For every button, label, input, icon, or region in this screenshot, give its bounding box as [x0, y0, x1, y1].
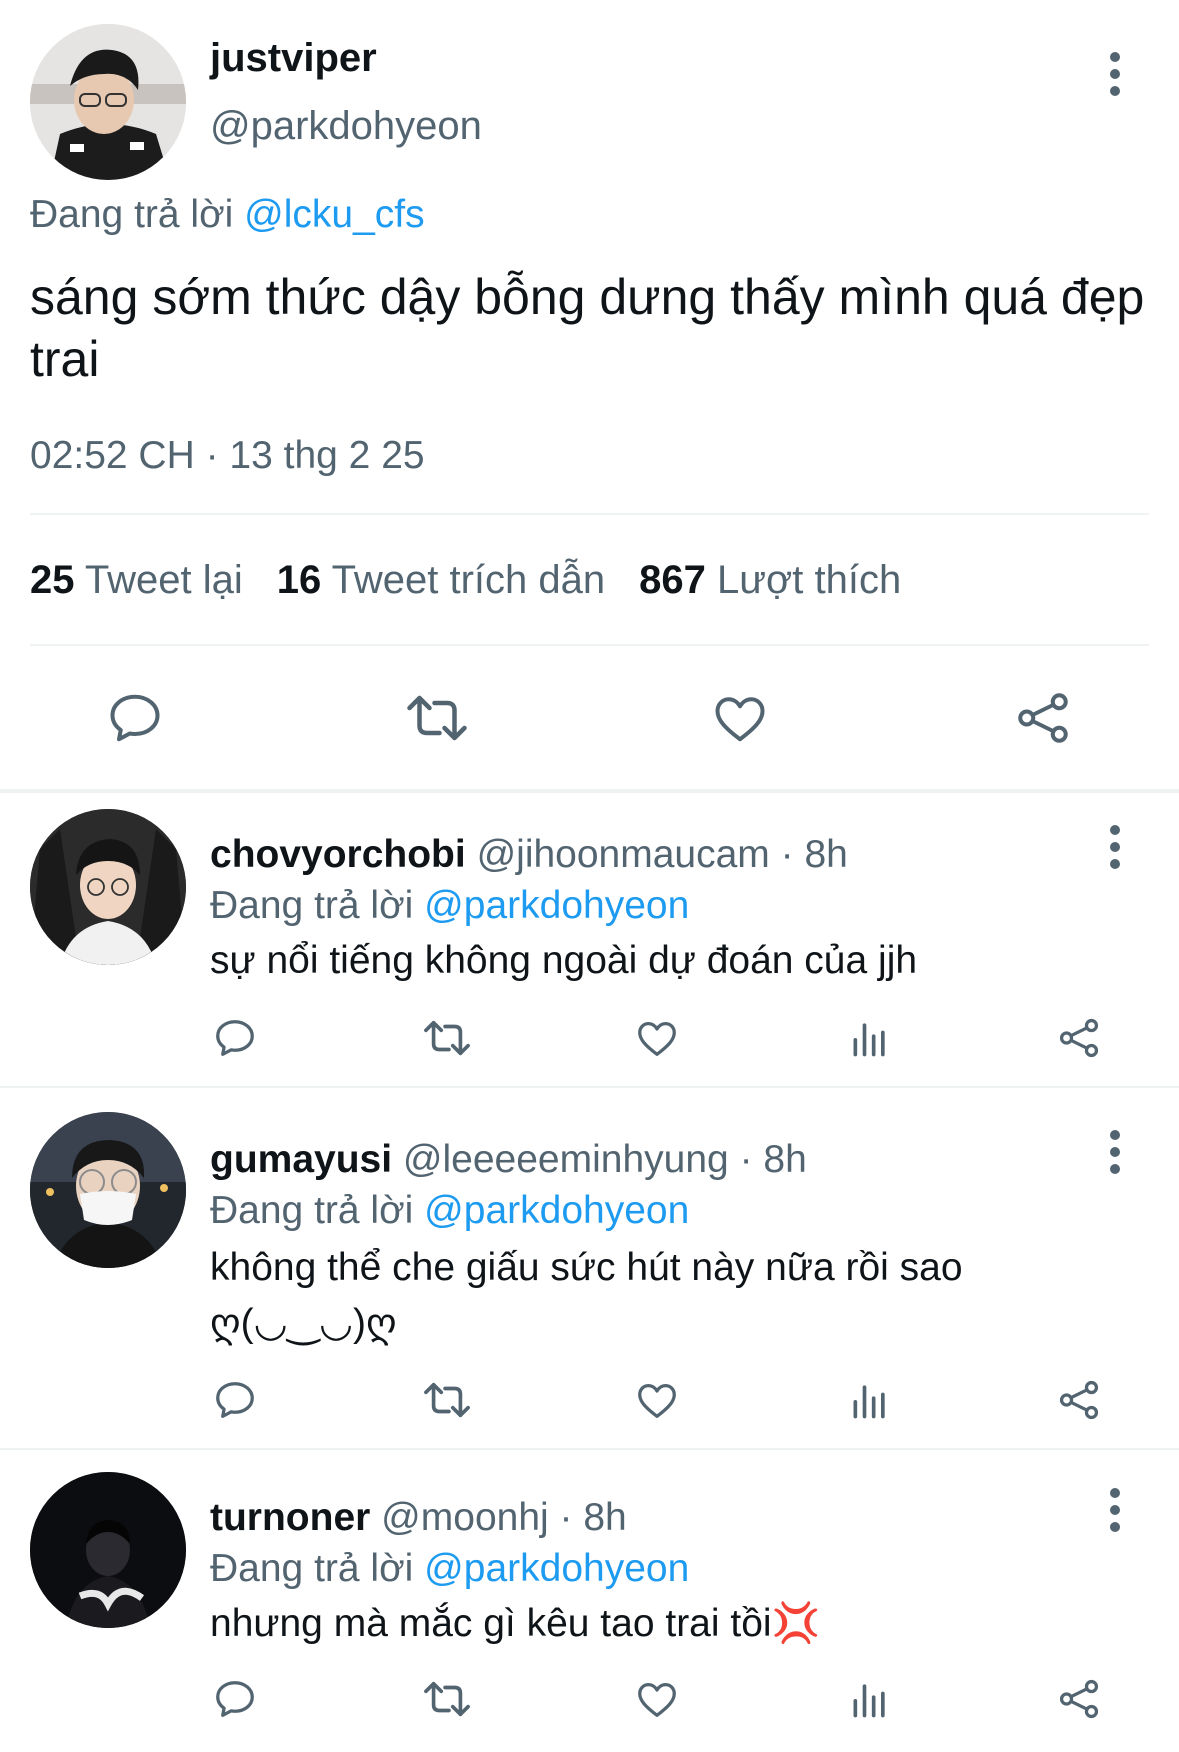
main-tweet: justviper @parkdohyeon Đang trả lời @lck… [0, 0, 1179, 790]
display-name[interactable]: chovyorchobi [210, 833, 466, 876]
reply-icon[interactable] [212, 1015, 258, 1061]
replying-to-link[interactable]: @parkdohyeon [424, 1547, 689, 1590]
share-icon[interactable] [1056, 1676, 1102, 1722]
analytics-icon[interactable] [848, 1676, 892, 1722]
replying-prefix: Đang trả lời [210, 1189, 414, 1232]
more-options-icon[interactable] [1103, 1482, 1127, 1538]
reply-tweet[interactable]: turnoner @moonhj · 8h Đang trả lời @park… [0, 1450, 1179, 1752]
retweet-icon[interactable] [420, 1377, 474, 1423]
replying-to-link[interactable]: @parkdohyeon [424, 884, 689, 927]
likes-count: 867 [639, 558, 706, 602]
reply-header: turnoner @moonhj · 8h [210, 1496, 627, 1540]
analytics-icon[interactable] [848, 1015, 892, 1061]
like-icon[interactable] [634, 1676, 680, 1722]
retweet-icon[interactable] [402, 688, 472, 748]
share-icon[interactable] [1056, 1015, 1102, 1061]
reply-text: sự nổi tiếng không ngoài dự đoán của jjh [210, 939, 918, 982]
divider [30, 644, 1149, 646]
replying-to: Đang trả lời @parkdohyeon [210, 1189, 689, 1233]
quotes-count: 16 [276, 558, 322, 602]
like-icon[interactable] [634, 1015, 680, 1061]
more-options-icon[interactable] [1103, 819, 1127, 875]
reply-header: gumayusi @leeeeeminhyung · 8h [210, 1138, 807, 1182]
replying-prefix: Đang trả lời [30, 193, 234, 236]
tweet-text: sáng sớm thức dậy bỗng dưng thấy mình qu… [30, 269, 1145, 387]
replying-to-link[interactable]: @parkdohyeon [424, 1189, 689, 1232]
tweet-stats: 25 Tweet lại 16 Tweet trích dẫn 867 Lượt t… [30, 558, 901, 603]
quotes-stat[interactable]: 16 Tweet trích dẫn [277, 558, 605, 602]
quotes-label: Tweet trích dẫn [331, 558, 606, 602]
reply-icon[interactable] [212, 1377, 258, 1423]
retweet-icon[interactable] [420, 1676, 474, 1722]
retweets-count: 25 [30, 558, 75, 602]
reply-time[interactable]: · 8h [560, 1496, 627, 1539]
display-name[interactable]: turnoner [210, 1496, 370, 1539]
replying-prefix: Đang trả lời [210, 1547, 414, 1590]
share-icon[interactable] [1012, 688, 1074, 748]
replying-to-link[interactable]: @lcku_cfs [244, 193, 424, 236]
analytics-icon[interactable] [848, 1377, 892, 1423]
more-options-icon[interactable] [1103, 1124, 1127, 1180]
reply-text: không thể che giấu sức hút này nữa rồi s… [210, 1246, 963, 1345]
avatar[interactable] [30, 1112, 186, 1268]
user-handle[interactable]: @parkdohyeon [210, 104, 482, 149]
user-handle[interactable]: @jihoonmaucam [477, 833, 770, 876]
likes-stat[interactable]: 867 Lượt thích [639, 558, 901, 602]
avatar[interactable] [30, 1472, 186, 1628]
reply-time[interactable]: · 8h [740, 1138, 807, 1181]
retweets-label: Tweet lại [84, 558, 243, 602]
reply-icon[interactable] [105, 688, 165, 748]
reply-text: nhưng mà mắc gì kêu tao trai tồi💢 [210, 1602, 821, 1645]
likes-label: Lượt thích [717, 558, 902, 602]
replying-to: Đang trả lời @lcku_cfs [30, 193, 425, 237]
retweets-stat[interactable]: 25 Tweet lại [30, 558, 243, 602]
replying-prefix: Đang trả lời [210, 884, 414, 927]
display-name[interactable]: justviper [210, 36, 377, 81]
like-icon[interactable] [634, 1377, 680, 1423]
user-handle[interactable]: @moonhj [381, 1496, 549, 1539]
more-options-icon[interactable] [1103, 46, 1127, 102]
tweet-timestamp[interactable]: 02:52 CH · 13 thg 2 25 [30, 434, 425, 478]
avatar[interactable] [30, 24, 186, 180]
reply-tweet[interactable]: chovyorchobi @jihoonmaucam · 8h Đang trả… [0, 793, 1179, 1086]
like-icon[interactable] [710, 688, 770, 748]
share-icon[interactable] [1056, 1377, 1102, 1423]
replying-to: Đang trả lời @parkdohyeon [210, 1547, 689, 1591]
divider [30, 513, 1149, 515]
display-name[interactable]: gumayusi [210, 1138, 392, 1181]
reply-header: chovyorchobi @jihoonmaucam · 8h [210, 833, 848, 877]
reply-time[interactable]: · 8h [781, 833, 848, 876]
retweet-icon[interactable] [420, 1015, 474, 1061]
user-handle[interactable]: @leeeeeminhyung [403, 1138, 729, 1181]
reply-tweet[interactable]: gumayusi @leeeeeminhyung · 8h Đang trả l… [0, 1088, 1179, 1448]
replying-to: Đang trả lời @parkdohyeon [210, 884, 689, 928]
reply-icon[interactable] [212, 1676, 258, 1722]
avatar[interactable] [30, 809, 186, 965]
